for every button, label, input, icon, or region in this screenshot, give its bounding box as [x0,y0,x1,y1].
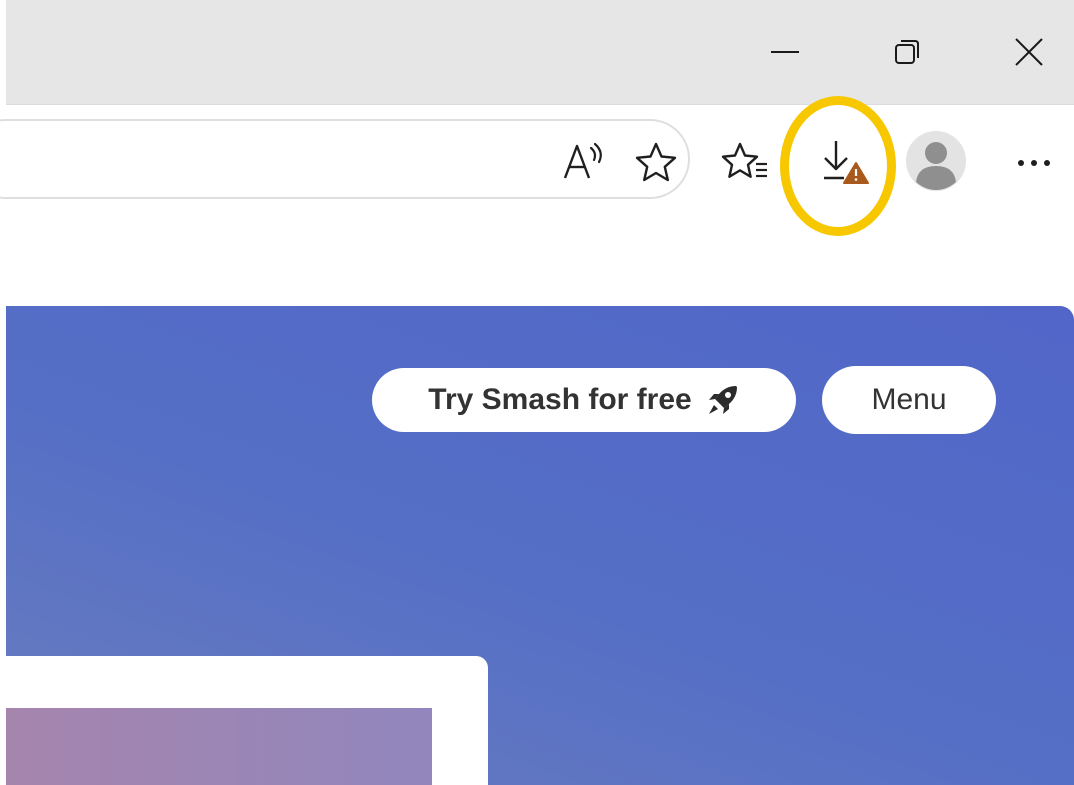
minimize-button[interactable] [750,20,820,84]
content-card [6,656,488,785]
menu-button[interactable]: Menu [822,366,996,434]
close-icon [1015,38,1043,66]
avatar-icon [906,131,966,191]
try-smash-label: Try Smash for free [428,383,692,416]
address-bar[interactable] [0,119,690,199]
settings-more-button[interactable] [1006,135,1062,191]
add-favorite-button[interactable] [632,139,680,185]
profile-button[interactable] [904,129,968,193]
downloads-button[interactable] [814,135,870,191]
favorites-button[interactable] [718,135,774,191]
download-warning-icon [824,141,869,184]
minimize-icon [771,51,799,53]
favorites-list-icon [721,142,767,178]
menu-label: Menu [871,383,947,416]
title-bar [6,0,1074,104]
page-hero: Try Smash for free Menu [6,306,1074,785]
restore-icon [895,40,919,64]
card-image [6,708,432,785]
restore-button[interactable] [872,20,942,84]
read-aloud-icon [563,142,602,179]
star-icon [635,142,677,182]
more-dots-icon [1018,160,1050,166]
try-smash-button[interactable]: Try Smash for free [372,368,796,432]
browser-window: Try Smash for free Menu [0,0,1074,785]
close-button[interactable] [994,20,1064,84]
read-aloud-button[interactable] [560,139,608,185]
browser-toolbar [0,104,1074,217]
rocket-icon [708,386,737,414]
